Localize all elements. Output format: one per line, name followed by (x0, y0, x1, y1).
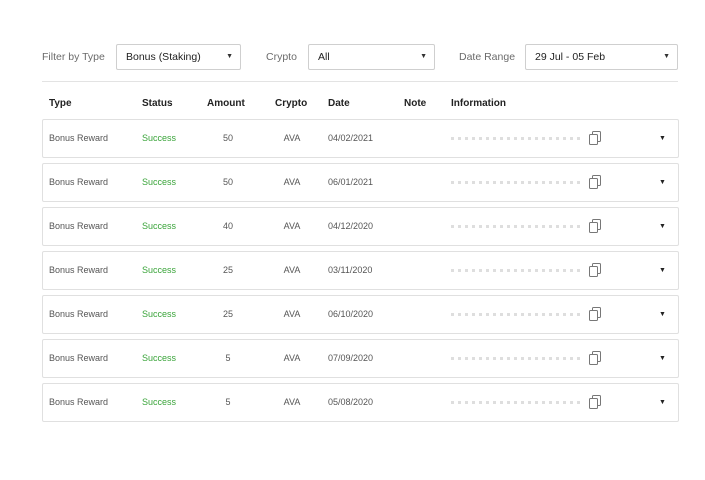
chevron-down-icon[interactable]: ▼ (659, 164, 666, 201)
row-crypto: AVA (283, 353, 301, 363)
table-row[interactable]: Bonus Reward Success 25 AVA 06/10/2020 ▼ (42, 295, 679, 334)
filter-date-label: Date Range (459, 51, 516, 63)
copy-icon[interactable] (589, 351, 601, 365)
column-header-date: Date (328, 98, 350, 109)
row-amount: 5 (225, 353, 231, 363)
row-date: 07/09/2020 (328, 353, 374, 363)
row-amount: 25 (222, 309, 233, 319)
column-header-amount: Amount (207, 98, 245, 109)
chevron-down-icon[interactable]: ▼ (659, 296, 666, 333)
table-row[interactable]: Bonus Reward Success 40 AVA 04/12/2020 ▼ (42, 207, 679, 246)
status-badge: Success (142, 221, 177, 231)
row-information-redacted (451, 357, 581, 360)
column-header-information: Information (451, 98, 506, 109)
chevron-down-icon: ▼ (420, 53, 427, 60)
status-badge: Success (142, 133, 177, 143)
column-header-note: Note (404, 98, 427, 109)
table-row[interactable]: Bonus Reward Success 50 AVA 04/02/2021 ▼ (42, 119, 679, 158)
chevron-down-icon[interactable]: ▼ (659, 208, 666, 245)
row-amount: 40 (222, 221, 233, 231)
chevron-down-icon[interactable]: ▼ (659, 120, 666, 157)
row-type: Bonus Reward (49, 133, 109, 143)
column-header-crypto: Crypto (275, 98, 308, 109)
row-information-redacted (451, 137, 581, 140)
copy-icon[interactable] (589, 395, 601, 409)
table-row[interactable]: Bonus Reward Success 25 AVA 03/11/2020 ▼ (42, 251, 679, 290)
row-type: Bonus Reward (49, 309, 109, 319)
row-information-redacted (451, 401, 581, 404)
row-date: 05/08/2020 (328, 397, 374, 407)
row-date: 04/02/2021 (328, 133, 374, 143)
status-badge: Success (142, 397, 177, 407)
row-amount: 5 (225, 397, 231, 407)
row-information-redacted (451, 181, 581, 184)
column-header-status: Status (142, 98, 173, 109)
row-crypto: AVA (283, 397, 301, 407)
chevron-down-icon[interactable]: ▼ (659, 384, 666, 421)
divider (42, 81, 678, 82)
table-header: Type Status Amount Crypto Date Note Info… (42, 98, 678, 114)
row-type: Bonus Reward (49, 221, 109, 231)
filter-crypto-select[interactable]: All ▼ (308, 44, 435, 70)
table-row[interactable]: Bonus Reward Success 50 AVA 06/01/2021 ▼ (42, 163, 679, 202)
row-amount: 50 (222, 177, 233, 187)
row-crypto: AVA (283, 221, 301, 231)
filter-date-value: 29 Jul - 05 Feb (535, 51, 606, 63)
chevron-down-icon: ▼ (226, 53, 233, 60)
copy-icon[interactable] (589, 131, 601, 145)
table-row[interactable]: Bonus Reward Success 5 AVA 07/09/2020 ▼ (42, 339, 679, 378)
row-date: 03/11/2020 (328, 265, 373, 275)
filter-type-label: Filter by Type (42, 51, 105, 63)
table-row[interactable]: Bonus Reward Success 5 AVA 05/08/2020 ▼ (42, 383, 679, 422)
row-date: 06/01/2021 (328, 177, 374, 187)
row-crypto: AVA (283, 133, 301, 143)
chevron-down-icon: ▼ (663, 53, 670, 60)
filter-crypto-label: Crypto (266, 51, 297, 63)
status-badge: Success (142, 353, 177, 363)
row-amount: 50 (222, 133, 233, 143)
filter-type-value: Bonus (Staking) (126, 51, 201, 63)
filter-bar: Filter by Type Bonus (Staking) ▼ Crypto … (42, 44, 678, 70)
copy-icon[interactable] (589, 307, 601, 321)
filter-date-select[interactable]: 29 Jul - 05 Feb ▼ (525, 44, 678, 70)
status-badge: Success (142, 177, 177, 187)
filter-crypto-value: All (318, 51, 330, 63)
row-crypto: AVA (283, 265, 301, 275)
chevron-down-icon[interactable]: ▼ (659, 252, 666, 289)
filter-type-select[interactable]: Bonus (Staking) ▼ (116, 44, 241, 70)
copy-icon[interactable] (589, 175, 601, 189)
copy-icon[interactable] (589, 263, 601, 277)
row-date: 06/10/2020 (328, 309, 374, 319)
row-crypto: AVA (283, 309, 301, 319)
row-information-redacted (451, 269, 581, 272)
row-information-redacted (451, 225, 581, 228)
chevron-down-icon[interactable]: ▼ (659, 340, 666, 377)
row-type: Bonus Reward (49, 353, 109, 363)
row-crypto: AVA (283, 177, 301, 187)
status-badge: Success (142, 309, 177, 319)
status-badge: Success (142, 265, 177, 275)
row-information-redacted (451, 313, 581, 316)
row-type: Bonus Reward (49, 177, 109, 187)
column-header-type: Type (49, 98, 72, 109)
copy-icon[interactable] (589, 219, 601, 233)
row-type: Bonus Reward (49, 265, 109, 275)
row-date: 04/12/2020 (328, 221, 374, 231)
row-amount: 25 (222, 265, 233, 275)
row-type: Bonus Reward (49, 397, 109, 407)
